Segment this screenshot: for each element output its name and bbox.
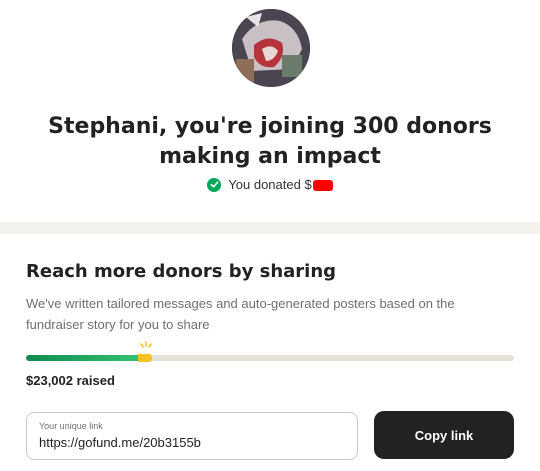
unique-link-label: Your unique link bbox=[39, 421, 103, 431]
copy-link-button[interactable]: Copy link bbox=[374, 411, 514, 459]
redaction-mark bbox=[312, 180, 333, 192]
fundraiser-progress-bar bbox=[26, 341, 514, 362]
share-section-title: Reach more donors by sharing bbox=[26, 261, 337, 282]
share-description: We've written tailored messages and auto… bbox=[26, 296, 455, 332]
headline-line-1: Stephani, you're joining 300 donors bbox=[48, 114, 492, 139]
unique-link-value[interactable]: https://gofund.me/20b3155b bbox=[39, 435, 345, 450]
donation-confirmation: You donated $ bbox=[0, 177, 540, 192]
sparkle-icon bbox=[140, 341, 152, 348]
section-divider bbox=[0, 222, 540, 234]
headline-line-2: making an impact bbox=[159, 144, 381, 169]
progress-fill bbox=[26, 355, 138, 361]
avatar bbox=[232, 9, 310, 87]
progress-marker bbox=[138, 354, 152, 362]
amount-raised: $23,002 raised bbox=[26, 373, 115, 388]
check-circle-icon bbox=[207, 177, 222, 192]
donated-text: You donated $ bbox=[228, 177, 312, 192]
unique-link-field[interactable]: Your unique link https://gofund.me/20b31… bbox=[26, 412, 358, 460]
page-title: Stephani, you're joining 300 donors maki… bbox=[0, 112, 540, 172]
